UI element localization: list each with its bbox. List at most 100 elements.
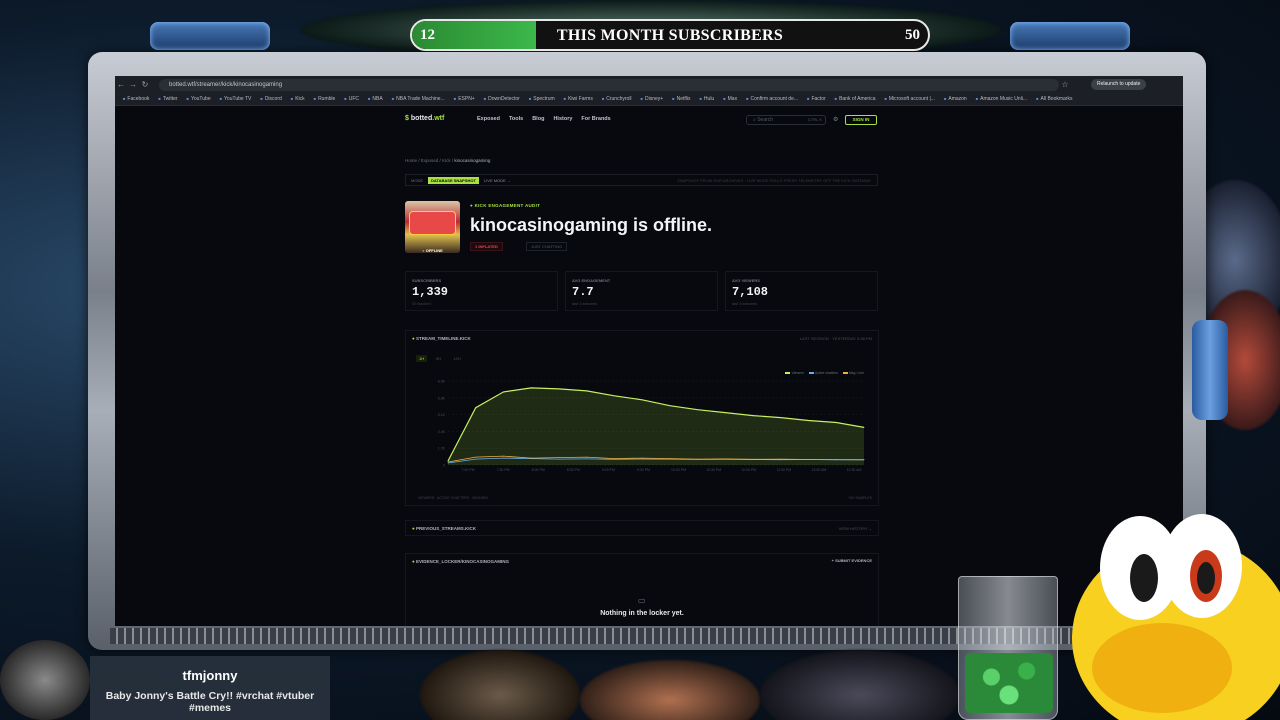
y-tick-label: 5.1K (438, 413, 446, 417)
forward-icon[interactable]: → (127, 80, 139, 89)
x-tick-label: 12:30 AM (847, 468, 862, 472)
bookmark-item[interactable]: NBA (368, 96, 382, 102)
viewers-area (448, 387, 864, 465)
bookmark-item[interactable]: Hulu (700, 96, 714, 102)
nav-blog[interactable]: Blog (532, 116, 544, 122)
data-point (558, 458, 560, 460)
reload-icon[interactable]: ↻ (139, 80, 151, 89)
database-snapshot-button[interactable]: DATABASE SNAPSHOT (428, 176, 479, 184)
address-bar[interactable]: botted.wtf/streamer/kick/kinocasinogamin… (159, 78, 1059, 91)
data-point (530, 387, 532, 389)
bookmark-item[interactable]: Max (723, 96, 737, 102)
crumb-exposed[interactable]: Exposed (421, 158, 439, 163)
data-point (447, 460, 449, 462)
crumb-current: kinocasinogaming (454, 158, 491, 163)
site-logo[interactable]: $ botted.wtf (405, 115, 444, 122)
breadcrumb: Home / Exposed / Kick / kinocasinogaming (405, 158, 491, 163)
goal-max: 50 (905, 27, 920, 43)
bookmark-item[interactable]: Discord (260, 96, 282, 102)
stat-avg-viewers: AVG VIEWERS 7,108 last 3 streams (725, 271, 878, 311)
bookmark-item[interactable]: ESPN+ (454, 96, 475, 102)
crumb-home[interactable]: Home (405, 158, 417, 163)
frame-light (1010, 22, 1130, 50)
subscriber-goal-bar: 12 THIS MONTH SUBSCRIBERS 50 (410, 19, 930, 51)
bookmark-item[interactable]: Netflix (672, 96, 691, 102)
bookmark-item[interactable]: Facebook (123, 96, 149, 102)
data-point (475, 458, 477, 460)
bookmark-item[interactable]: NBA Trade Machine... (392, 96, 445, 102)
bookmark-item[interactable]: DownDetector (484, 96, 520, 102)
chart-footer: VIEWERS · ACTIVE CHATTERS · MSG/MIN (418, 496, 488, 500)
bookmark-item[interactable]: YouTube (187, 96, 211, 102)
nav-tools[interactable]: Tools (509, 116, 523, 122)
bookmark-item[interactable]: Microsoft account |... (884, 96, 935, 102)
inflated-tag[interactable]: 1 INFLATED (470, 242, 503, 251)
sample-count: 510 SAMPLES (848, 496, 872, 500)
evidence-locker-panel: EVIDENCE_LOCKER/KINOCASINOGAMING + SUBMI… (405, 553, 879, 626)
data-point (558, 388, 560, 390)
streamer-avatar (405, 201, 460, 253)
coral-decoration (760, 650, 960, 720)
data-point (641, 457, 643, 459)
y-tick-label: 6.8K (438, 396, 446, 400)
relaunch-button[interactable]: Relaunch to update (1091, 79, 1147, 90)
bookmark-item[interactable]: Kick (291, 96, 304, 102)
bookmark-item[interactable]: Bank of America (835, 96, 875, 102)
x-tick-label: 11:30 PM (776, 468, 791, 472)
frame-light (150, 22, 270, 50)
submit-evidence-button[interactable]: + SUBMIT EVIDENCE (832, 558, 872, 563)
x-tick-label: 7:30 PM (497, 468, 510, 472)
bookmark-item[interactable]: UFC (344, 96, 359, 102)
nav-exposed[interactable]: Exposed (477, 116, 500, 122)
live-mode-button[interactable]: LIVE MODE → (484, 178, 511, 183)
data-point (447, 461, 449, 463)
data-point (530, 457, 532, 459)
data-point (724, 412, 726, 414)
data-point (752, 458, 754, 460)
audit-label: ● KICK ENGAGEMENT AUDIT (470, 203, 541, 208)
video-icon: ▭ (638, 596, 646, 605)
browser-window: ← → ↻ botted.wtf/streamer/kick/kinocasin… (115, 76, 1183, 626)
now-playing-username: tfmjonny (182, 668, 238, 683)
star-icon[interactable]: ☆ (1059, 80, 1071, 89)
sign-in-button[interactable]: SIGN IN (845, 115, 877, 125)
previous-streams-title: PREVIOUS_STREAMS.KICK (412, 526, 476, 531)
bookmark-item[interactable]: Amazon Music Unli... (976, 96, 1027, 102)
bookmark-item[interactable]: Spectrum (529, 96, 554, 102)
evidence-locker-title: EVIDENCE_LOCKER/KINOCASINOGAMING (412, 559, 509, 564)
data-point (697, 409, 698, 411)
bookmark-item[interactable]: Crunchyroll (602, 96, 631, 102)
timeline-chart: 0 1.7K 3.4K 5.1K 6.8K 8.5K 7:00 PM 7:30 PM 8:00 … (438, 380, 865, 472)
stat-avg-engagement: AVG ENGAGEMENT 7.7 last 3 streams (565, 271, 718, 311)
bookmark-item[interactable]: Twitter (158, 96, 178, 102)
now-playing-title: Baby Jonny's Battle Cry!! #vrchat #vtube… (105, 690, 315, 714)
nav-for-brands[interactable]: For Brands (581, 116, 610, 122)
nav-history[interactable]: History (553, 116, 572, 122)
search-input[interactable]: ⌕ Search CTRL K (746, 115, 826, 125)
search-shortcut: CTRL K (807, 117, 822, 122)
data-point (669, 405, 671, 407)
bookmark-item[interactable]: Kiwi Farms (564, 96, 593, 102)
data-point (780, 417, 782, 418)
stat-subscribers: SUBSCRIBERS 1,339 33 tracked (405, 271, 558, 311)
x-tick-label: 9:00 PM (602, 468, 615, 472)
bookmark-item[interactable]: Rumble (314, 96, 335, 102)
bookmark-item[interactable]: Factor (807, 96, 825, 102)
locker-empty-message: Nothing in the locker yet. (600, 610, 684, 617)
all-bookmarks[interactable]: All Bookmarks (1036, 96, 1073, 102)
previous-streams-panel[interactable]: PREVIOUS_STREAMS.KICK VIEW HISTORY ⌄ (405, 520, 879, 536)
data-point (863, 459, 865, 461)
bookmark-item[interactable]: Disney+ (641, 96, 663, 102)
crumb-kick[interactable]: Kick (442, 158, 451, 163)
data-point (503, 455, 504, 457)
mode-label: MODE (411, 177, 423, 183)
back-icon[interactable]: ← (115, 80, 127, 89)
data-point (669, 458, 671, 459)
bookmark-item[interactable]: YouTube TV (220, 96, 251, 102)
view-history-button[interactable]: VIEW HISTORY ⌄ (839, 526, 872, 531)
settings-icon[interactable]: ⚙ (833, 116, 838, 123)
y-tick-label: 3.4K (438, 430, 446, 434)
glass-jar (958, 576, 1058, 720)
bookmark-item[interactable]: Amazon (944, 96, 966, 102)
bookmark-item[interactable]: Confirm account de... (746, 96, 799, 102)
